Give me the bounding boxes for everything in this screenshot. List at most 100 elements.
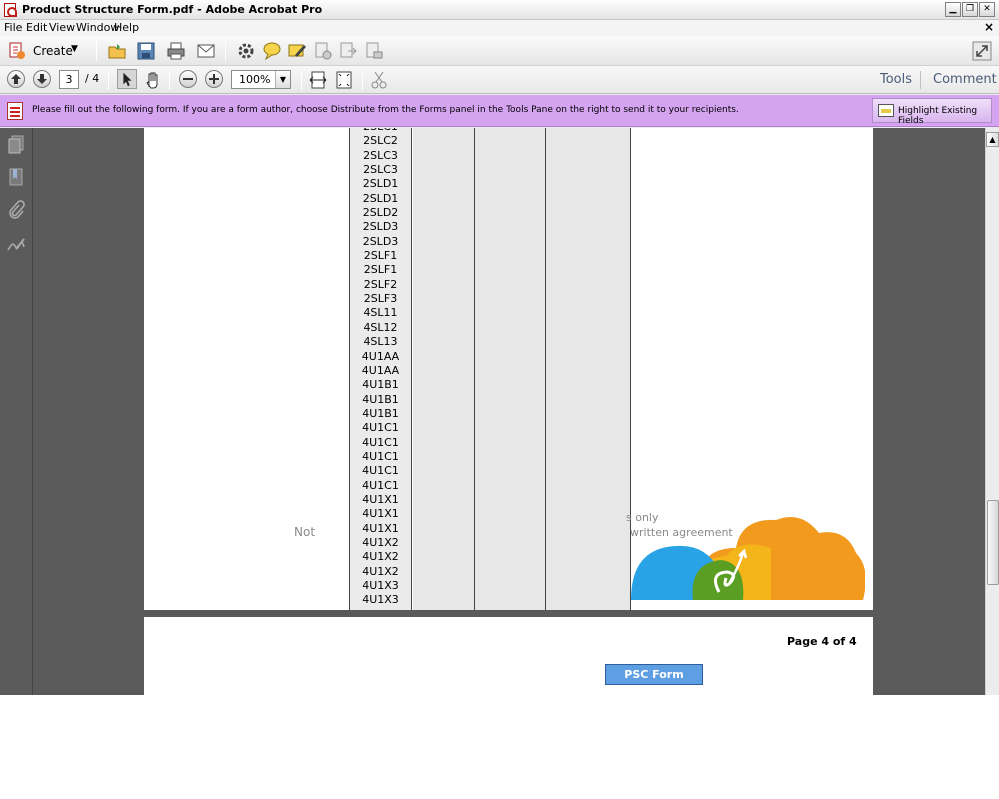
product-code-cell: 4U1C1 <box>362 449 399 463</box>
zoom-select[interactable]: 100% ▼ <box>231 70 291 89</box>
bookmarks-icon[interactable] <box>6 167 26 187</box>
navigation-pane <box>0 128 33 695</box>
navigation-toolbar: 3 / 4 100% ▼ Tools Comment <box>0 66 999 94</box>
page-thumbnails-icon[interactable] <box>6 134 26 154</box>
toolbar-divider <box>362 70 363 90</box>
product-code-cell: 2SLD1 <box>362 177 399 191</box>
product-code-cell: 4U1X2 <box>362 535 399 549</box>
highlight-existing-fields-button[interactable]: Highlight Existing Fields <box>872 98 992 126</box>
export-icon[interactable] <box>338 41 358 61</box>
page-separator <box>144 610 873 617</box>
zoom-value: 100% <box>239 73 271 86</box>
product-code-cell: 4U1B1 <box>362 406 399 420</box>
product-code-cell: 4U1X2 <box>362 550 399 564</box>
secure-icon[interactable] <box>364 41 384 61</box>
product-code-cell: 4U1X2 <box>362 564 399 578</box>
cloud-logo <box>631 517 865 600</box>
vertical-scrollbar[interactable]: ▲ <box>985 128 999 695</box>
psc-form-button[interactable]: PSC Form <box>605 664 703 685</box>
product-code-cell: 4U1C1 <box>362 478 399 492</box>
watermark-text: Not <box>294 525 316 539</box>
product-code-cell: 4U1X1 <box>362 521 399 535</box>
chevron-down-icon[interactable]: ▼ <box>275 71 290 88</box>
scroll-up-arrow-icon[interactable]: ▲ <box>986 132 999 147</box>
previous-page-button[interactable] <box>7 70 25 88</box>
product-code-cell: 4U1B1 <box>362 378 399 392</box>
highlight-fields-label: Highlight Existing Fields <box>898 106 978 126</box>
comment-pane-link[interactable]: Comment <box>933 72 997 87</box>
form-document-icon <box>7 102 23 120</box>
comment-bubble-icon[interactable] <box>262 41 282 61</box>
toolbar-divider <box>108 70 109 90</box>
tools-pane-link[interactable]: Tools <box>880 72 912 87</box>
signatures-icon[interactable] <box>6 234 26 254</box>
page-number-label: Page 4 of 4 <box>787 635 857 648</box>
menu-help[interactable]: Help <box>114 21 139 34</box>
menu-bar: File Edit View Window Help × <box>0 20 999 36</box>
email-icon[interactable] <box>196 41 216 61</box>
product-code-list: 2SLC12SLC22SLC32SLC32SLD12SLD12SLD22SLD3… <box>350 128 411 610</box>
select-tool-button[interactable] <box>117 69 137 89</box>
product-code-cell: 2SLF3 <box>363 292 398 306</box>
scrollbar-thumb[interactable] <box>987 500 999 585</box>
toolbar-divider <box>920 71 921 89</box>
table-column <box>413 128 475 610</box>
product-code-cell: 2SLC3 <box>363 148 398 162</box>
menu-file[interactable]: File <box>4 21 22 34</box>
zoom-out-button[interactable] <box>179 70 197 88</box>
settings-icon[interactable] <box>236 41 256 61</box>
print-icon[interactable] <box>166 41 186 61</box>
cursor-arrow-icon <box>123 72 132 87</box>
next-page-button[interactable] <box>33 70 51 88</box>
pdf-page-4: Page 4 of 4 PSC Form <box>144 617 873 695</box>
sign-icon[interactable] <box>313 41 333 61</box>
attachments-icon[interactable] <box>6 200 26 220</box>
product-code-cell: 4U1X3 <box>362 579 399 592</box>
form-notification-bar: Please fill out the following form. If y… <box>0 95 999 127</box>
form-message: Please fill out the following form. If y… <box>32 105 739 115</box>
close-window-button[interactable]: ✕ <box>979 2 995 17</box>
zoom-in-button[interactable] <box>205 70 223 88</box>
product-code-cell: 2SLD1 <box>362 191 399 205</box>
product-code-cell: 4SL13 <box>363 335 398 349</box>
product-code-cell: 2SLD3 <box>362 220 399 234</box>
menu-edit[interactable]: Edit <box>26 21 47 34</box>
product-code-cell: 4U1AA <box>361 363 400 377</box>
document-viewport[interactable]: 2SLC12SLC22SLC32SLC32SLD12SLD12SLD22SLD3… <box>33 128 985 695</box>
toolbar-divider <box>225 41 226 61</box>
create-pdf-icon <box>9 42 25 60</box>
restore-button[interactable]: ❐ <box>962 2 978 17</box>
product-code-cell: 4U1B1 <box>362 392 399 406</box>
product-code-column: 2SLC12SLC22SLC32SLC32SLD12SLD12SLD22SLD3… <box>349 128 412 610</box>
product-code-cell: 2SLC3 <box>363 163 398 177</box>
page-number-input[interactable]: 3 <box>59 70 79 89</box>
fullscreen-icon[interactable] <box>972 41 992 61</box>
fit-width-icon[interactable] <box>308 70 328 90</box>
scissors-icon[interactable] <box>369 70 389 90</box>
pdf-app-icon <box>4 3 17 17</box>
hand-tool-icon[interactable] <box>143 70 163 90</box>
product-code-cell: 4U1AA <box>361 349 400 363</box>
product-code-cell: 4U1C1 <box>362 435 399 449</box>
chevron-down-icon: ▼ <box>71 44 78 54</box>
product-code-cell: 2SLC2 <box>363 134 398 148</box>
product-code-cell: 4U1X3 <box>362 593 399 607</box>
product-code-cell: 2SLD2 <box>362 206 399 220</box>
product-code-cell: 2SLF2 <box>363 277 398 291</box>
close-document-button[interactable]: × <box>984 20 994 34</box>
fit-page-icon[interactable] <box>334 70 354 90</box>
acrobat-window: Product Structure Form.pdf - Adobe Acrob… <box>0 0 999 695</box>
menu-window[interactable]: Window <box>76 21 119 34</box>
toolbar-divider <box>96 41 97 61</box>
toolbar-divider <box>301 70 302 90</box>
open-folder-icon[interactable] <box>107 41 127 61</box>
save-icon[interactable] <box>136 41 156 61</box>
product-code-cell: 2SLD3 <box>362 234 399 248</box>
menu-view[interactable]: View <box>49 21 75 34</box>
product-code-cell: 2SLF1 <box>363 249 398 263</box>
create-button[interactable]: Create ▼ <box>6 40 82 62</box>
highlight-comment-icon[interactable] <box>287 41 307 61</box>
product-code-cell: 4U1C1 <box>362 421 399 435</box>
highlight-fields-icon <box>878 104 894 117</box>
minimize-button[interactable]: ▁ <box>945 2 961 17</box>
